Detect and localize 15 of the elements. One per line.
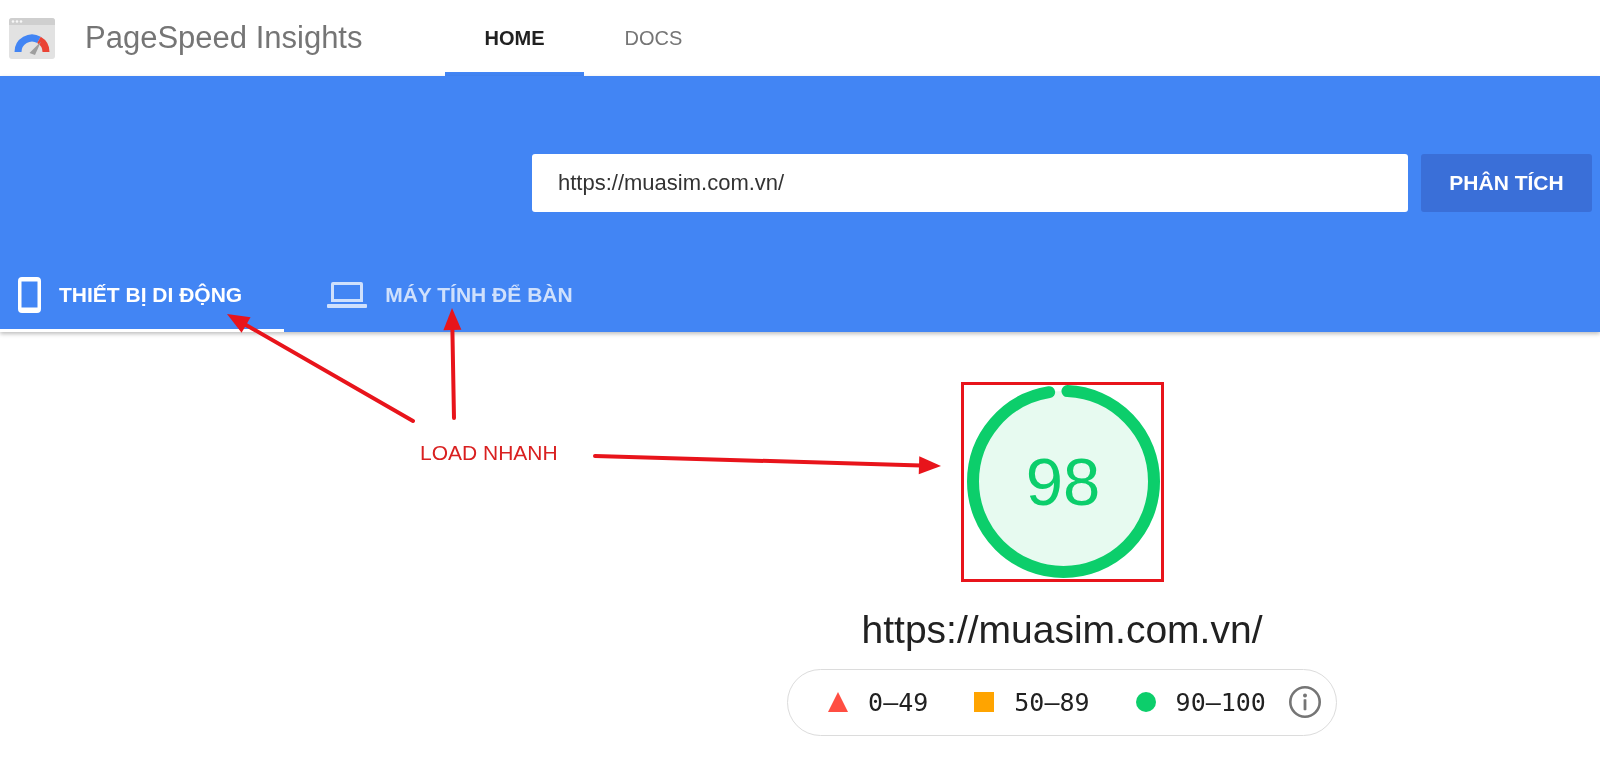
legend-label: 90–100 <box>1175 687 1266 717</box>
legend-label: 50–89 <box>1014 687 1090 717</box>
laptop-icon <box>327 281 368 308</box>
page-url: https://muasim.com.vn/ <box>861 607 1263 653</box>
app-title: PageSpeed Insights <box>85 20 363 56</box>
analyze-button[interactable]: PHÂN TÍCH <box>1421 154 1592 212</box>
annotation-label: LOAD NHANH <box>420 442 558 463</box>
info-icon[interactable] <box>1288 686 1321 719</box>
url-input-field[interactable]: https://muasim.com.vn/ <box>532 154 1408 212</box>
logo-icon <box>9 17 55 59</box>
phone-icon <box>18 276 41 313</box>
score-value: 98 <box>1025 448 1101 515</box>
legend-label: 0–49 <box>868 687 929 717</box>
device-tab[interactable]: MÁY TÍNH ĐỂ BÀN <box>309 260 615 332</box>
nav-tab[interactable]: DOCS <box>584 0 723 76</box>
